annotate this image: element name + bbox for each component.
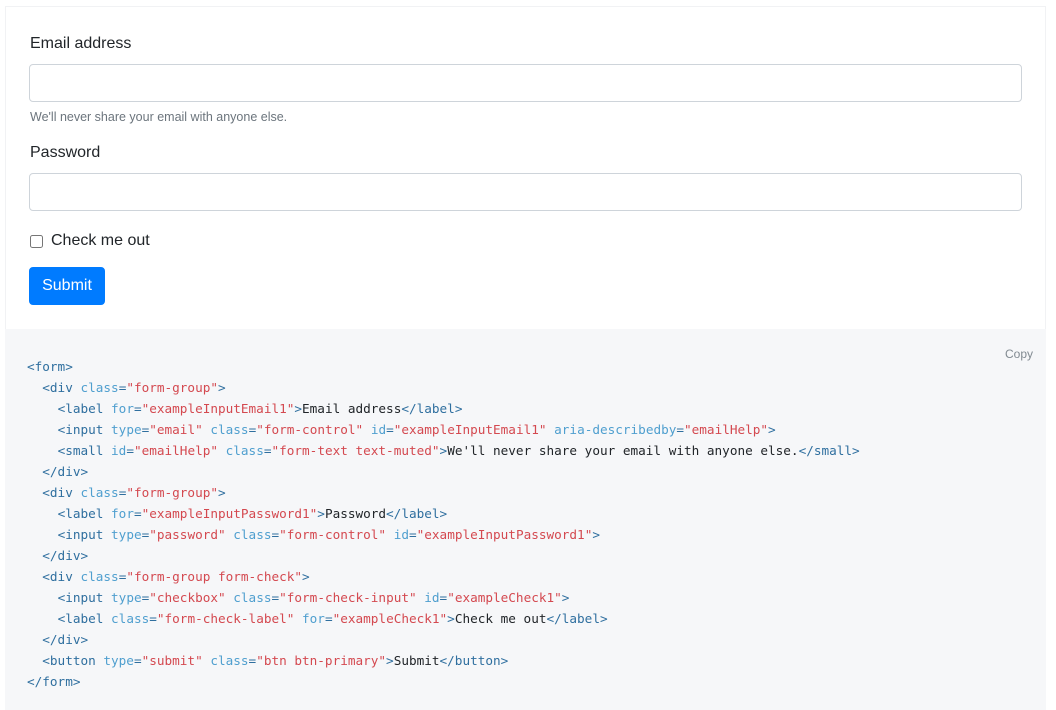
password-field[interactable] xyxy=(29,173,1022,211)
code-line: <form> xyxy=(27,359,73,374)
code-line: <button type="submit" class="btn btn-pri… xyxy=(42,653,509,668)
check-me-out-label[interactable]: Check me out xyxy=(51,232,150,250)
code-line: </div> xyxy=(42,548,89,563)
code-line: <label class="form-check-label" for="exa… xyxy=(57,611,608,626)
code-line: <div class="form-group form-check"> xyxy=(42,569,310,584)
check-me-out-checkbox[interactable] xyxy=(30,234,43,248)
code-line: <input type="email" class="form-control"… xyxy=(57,422,776,437)
code-block: <form> <div class="form-group"> <label f… xyxy=(27,356,860,692)
email-label: Email address xyxy=(30,35,132,52)
code-line: </div> xyxy=(42,632,89,647)
password-label: Password xyxy=(30,144,101,161)
email-field[interactable] xyxy=(29,64,1022,102)
code-line: <input type="checkbox" class="form-check… xyxy=(57,590,570,605)
form-example: Email address We'll never share your ema… xyxy=(5,6,1046,329)
check-me-out-row: Check me out xyxy=(30,231,150,251)
code-line: <input type="password" class="form-contr… xyxy=(57,527,600,542)
submit-button[interactable]: Submit xyxy=(29,267,105,305)
code-panel: Copy <form> <div class="form-group"> <la… xyxy=(5,329,1046,710)
code-line: <small id="emailHelp" class="form-text t… xyxy=(57,443,860,458)
code-line: </form> xyxy=(27,674,81,689)
email-help-text: We'll never share your email with anyone… xyxy=(30,110,288,124)
code-line: <div class="form-group"> xyxy=(42,380,226,395)
code-line: <div class="form-group"> xyxy=(42,485,226,500)
code-line: </div> xyxy=(42,464,89,479)
code-line: <label for="exampleInputPassword1">Passw… xyxy=(57,506,448,521)
copy-button[interactable]: Copy xyxy=(1005,347,1033,361)
code-line: <label for="exampleInputEmail1">Email ad… xyxy=(57,401,463,416)
